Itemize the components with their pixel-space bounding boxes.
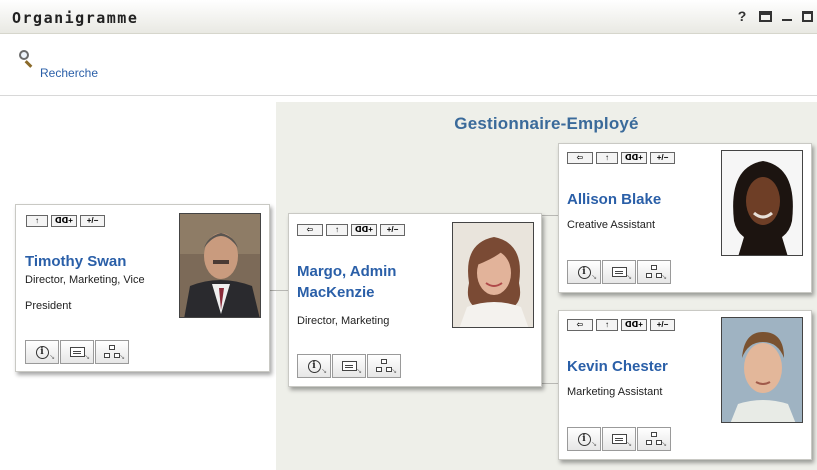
expand-reports-button[interactable]: ᗡᗡ+ bbox=[621, 319, 647, 331]
toggle-button[interactable]: +/− bbox=[650, 319, 675, 331]
title-bar: Organigramme ? bbox=[0, 0, 817, 34]
card-actions: i ↘ ↘ ↘ bbox=[25, 340, 129, 364]
org-chart-window: Organigramme ? Recherche Gestionnaire-Em… bbox=[0, 0, 817, 470]
expand-reports-button[interactable]: ᗡᗡ+ bbox=[351, 224, 377, 236]
person-card-timothy-swan: ↑ ᗡᗡ+ +/− Timothy Swan Director, Marketi… bbox=[15, 204, 270, 372]
person-photo bbox=[179, 213, 261, 318]
org-tree-icon bbox=[646, 432, 662, 446]
org-view-title: Gestionnaire-Employé bbox=[454, 114, 639, 133]
expand-reports-button[interactable]: ᗡᗡ+ bbox=[621, 152, 647, 164]
vcard-icon bbox=[611, 434, 627, 444]
vcard-button[interactable]: ↘ bbox=[602, 260, 636, 284]
person-photo bbox=[452, 222, 534, 328]
up-level-button[interactable]: ↑ bbox=[26, 215, 48, 227]
connector-line bbox=[270, 290, 288, 291]
info-button[interactable]: i ↘ bbox=[25, 340, 59, 364]
person-photo bbox=[721, 317, 803, 423]
up-level-button[interactable]: ↑ bbox=[596, 319, 618, 331]
search-label[interactable]: Recherche bbox=[40, 66, 98, 80]
back-button[interactable]: ⇦ bbox=[567, 319, 593, 331]
person-card-margo-mackenzie: ⇦ ↑ ᗡᗡ+ +/− Margo, Admin MacKenzie Direc… bbox=[288, 213, 542, 387]
person-title-line2: President bbox=[25, 300, 72, 312]
card-toolbar: ⇦ ↑ ᗡᗡ+ +/− bbox=[567, 319, 675, 331]
search-icon[interactable] bbox=[18, 50, 36, 68]
org-tree-icon bbox=[104, 345, 120, 359]
toggle-button[interactable]: +/− bbox=[380, 224, 405, 236]
info-icon: i bbox=[577, 265, 591, 279]
toolbar: Recherche bbox=[0, 34, 817, 96]
window-controls: ? bbox=[735, 8, 813, 24]
search-link[interactable]: Recherche bbox=[18, 50, 98, 80]
vcard-button[interactable]: ↘ bbox=[332, 354, 366, 378]
person-title-line1: Director, Marketing, Vice bbox=[25, 274, 145, 286]
person-card-kevin-chester: ⇦ ↑ ᗡᗡ+ +/− Kevin Chester Marketing Assi… bbox=[558, 310, 812, 460]
back-button[interactable]: ⇦ bbox=[297, 224, 323, 236]
info-button[interactable]: i ↘ bbox=[567, 260, 601, 284]
help-icon[interactable]: ? bbox=[735, 8, 749, 24]
card-toolbar: ↑ ᗡᗡ+ +/− bbox=[26, 215, 105, 227]
back-button[interactable]: ⇦ bbox=[567, 152, 593, 164]
person-name[interactable]: Allison Blake bbox=[567, 189, 661, 210]
expand-reports-button[interactable]: ᗡᗡ+ bbox=[51, 215, 77, 227]
person-title: Creative Assistant bbox=[567, 219, 656, 231]
vcard-icon bbox=[341, 361, 357, 371]
person-name[interactable]: Kevin Chester bbox=[567, 356, 668, 377]
vcard-button[interactable]: ↘ bbox=[602, 427, 636, 451]
person-title: Marketing Assistant bbox=[567, 386, 663, 398]
up-level-button[interactable]: ↑ bbox=[326, 224, 348, 236]
vcard-icon bbox=[611, 267, 627, 277]
vcard-icon bbox=[69, 347, 85, 357]
minimize-icon[interactable] bbox=[782, 19, 792, 21]
org-tree-icon bbox=[646, 265, 662, 279]
person-photo bbox=[721, 150, 803, 256]
orgchart-button[interactable]: ↘ bbox=[95, 340, 129, 364]
card-toolbar: ⇦ ↑ ᗡᗡ+ +/− bbox=[297, 224, 405, 236]
connector-line bbox=[541, 215, 558, 216]
window-title: Organigramme bbox=[12, 9, 139, 27]
person-title: Director, Marketing bbox=[297, 315, 390, 327]
card-actions: i ↘ ↘ ↘ bbox=[297, 354, 401, 378]
maximize-icon[interactable] bbox=[802, 10, 813, 22]
toggle-button[interactable]: +/− bbox=[80, 215, 105, 227]
info-icon: i bbox=[35, 345, 49, 359]
card-actions: i ↘ ↘ ↘ bbox=[567, 260, 671, 284]
org-tree-icon bbox=[376, 359, 392, 373]
vcard-button[interactable]: ↘ bbox=[60, 340, 94, 364]
orgchart-button[interactable]: ↘ bbox=[367, 354, 401, 378]
up-level-button[interactable]: ↑ bbox=[596, 152, 618, 164]
orgchart-button[interactable]: ↘ bbox=[637, 427, 671, 451]
print-icon[interactable] bbox=[759, 10, 772, 22]
person-name-line1[interactable]: Margo, Admin bbox=[297, 261, 396, 282]
connector-line bbox=[541, 383, 558, 384]
card-actions: i ↘ ↘ ↘ bbox=[567, 427, 671, 451]
info-button[interactable]: i ↘ bbox=[297, 354, 331, 378]
orgchart-button[interactable]: ↘ bbox=[637, 260, 671, 284]
card-toolbar: ⇦ ↑ ᗡᗡ+ +/− bbox=[567, 152, 675, 164]
toggle-button[interactable]: +/− bbox=[650, 152, 675, 164]
info-icon: i bbox=[307, 359, 321, 373]
info-icon: i bbox=[577, 432, 591, 446]
person-name-line2[interactable]: MacKenzie bbox=[297, 282, 375, 303]
info-button[interactable]: i ↘ bbox=[567, 427, 601, 451]
person-card-allison-blake: ⇦ ↑ ᗡᗡ+ +/− Allison Blake Creative Assis… bbox=[558, 143, 812, 293]
